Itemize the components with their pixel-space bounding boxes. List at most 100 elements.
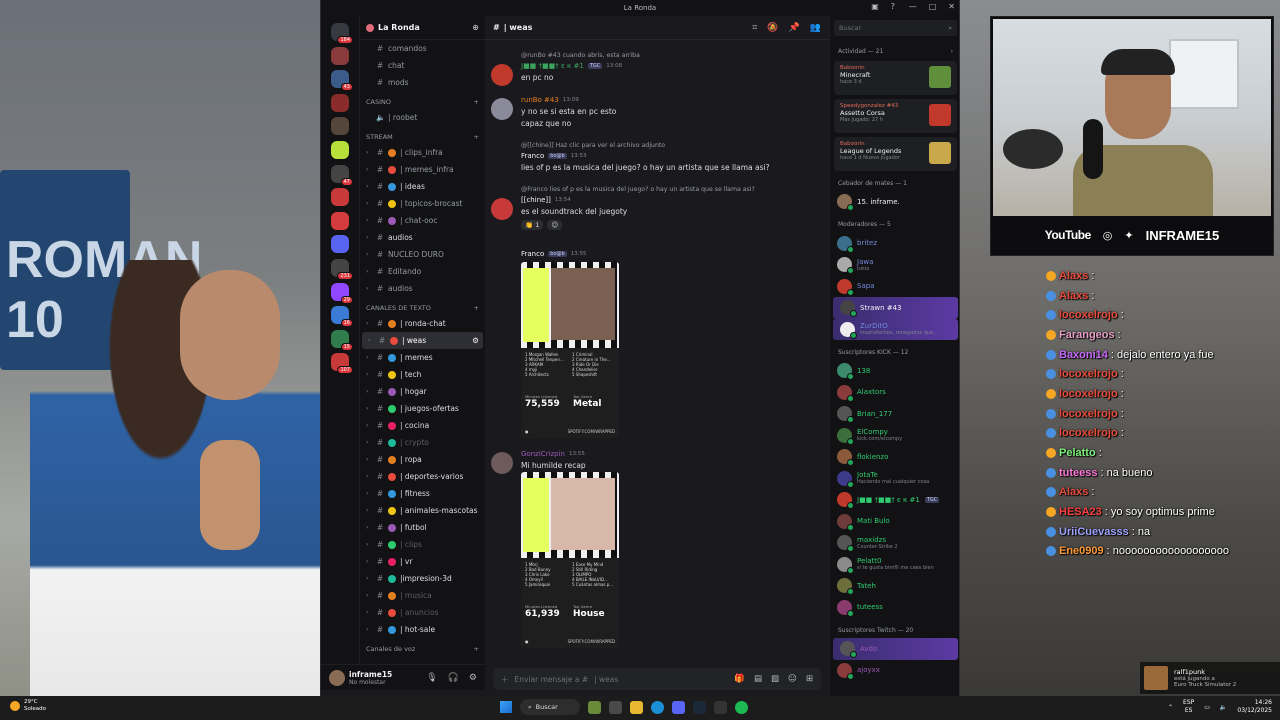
- volume-icon[interactable]: 🔈: [1220, 704, 1227, 711]
- channel-item[interactable]: › # | clips: [360, 536, 485, 553]
- server-icon[interactable]: 16: [331, 306, 353, 328]
- avatar[interactable]: [329, 669, 345, 686]
- channel-item[interactable]: › # audios: [360, 229, 485, 246]
- avatar[interactable]: [491, 452, 513, 474]
- channel-item[interactable]: › # | ronda-chat: [360, 315, 485, 332]
- channel-item[interactable]: › # | anuncios: [360, 604, 485, 621]
- notifications-icon[interactable]: 🔕: [767, 23, 778, 33]
- member-item[interactable]: Sapa: [830, 276, 959, 298]
- gift-icon[interactable]: 🎁: [734, 674, 745, 684]
- channel-item[interactable]: # comandos: [360, 40, 485, 57]
- member-item[interactable]: J■■ †■■† є к #1 TGC: [830, 489, 959, 511]
- channel-item[interactable]: › # | memes: [360, 349, 485, 366]
- activity-card[interactable]: Baboorin League of Legends hace 1 d Nuevo …: [834, 137, 957, 171]
- help-icon[interactable]: ?: [891, 2, 895, 11]
- server-icon[interactable]: [331, 46, 349, 65]
- channel-item[interactable]: › # |impresion-3d: [360, 570, 485, 587]
- channel-item[interactable]: › # | weas ⚙: [362, 332, 483, 349]
- member-item[interactable]: ZurDitO insatisfechos, renegados que...: [833, 318, 958, 340]
- taskbar-app-obs[interactable]: [714, 700, 727, 714]
- reply-preview[interactable]: @Franco lies of p es la musica del juego…: [521, 186, 755, 193]
- add-channel-icon[interactable]: +: [474, 645, 479, 653]
- channel-item[interactable]: › # Editando: [360, 263, 485, 280]
- avatar[interactable]: [491, 198, 513, 220]
- avatar[interactable]: [491, 64, 513, 86]
- taskbar-app-explorer[interactable]: [630, 700, 643, 714]
- member-item[interactable]: JotaTe Haciendo mal cualquier cosa: [830, 468, 959, 490]
- sticker-icon[interactable]: ▧: [771, 674, 779, 684]
- minimize-button[interactable]: —: [909, 2, 917, 11]
- member-item[interactable]: 138: [830, 360, 959, 382]
- members-icon[interactable]: 👥: [810, 23, 821, 33]
- server-icon[interactable]: [331, 235, 349, 254]
- server-icon[interactable]: 43: [331, 70, 353, 92]
- member-item[interactable]: 15. inframe.: [830, 191, 959, 213]
- wrapped-image[interactable]: 1 Morgan Wallen 2 Mitchell Tenpen... 3 ARK…: [521, 262, 619, 438]
- member-item[interactable]: Brian_177: [830, 403, 959, 425]
- channel-item[interactable]: › # | fitness: [360, 485, 485, 502]
- attach-icon[interactable]: ＋: [501, 674, 509, 685]
- add-channel-icon[interactable]: +: [474, 133, 479, 141]
- gif-icon[interactable]: ▤: [754, 674, 762, 684]
- clock[interactable]: 14:26 03/12/2025: [1237, 699, 1272, 715]
- inbox-icon[interactable]: ▣: [871, 2, 879, 11]
- taskbar-app-widgets[interactable]: [588, 700, 601, 714]
- channel-item[interactable]: 🔈 | roobet: [360, 109, 485, 126]
- server-icon[interactable]: 47: [331, 164, 353, 186]
- server-icon[interactable]: 15: [331, 329, 353, 351]
- author-name[interactable]: Franco: [521, 250, 544, 258]
- threads-icon[interactable]: ⌗: [752, 23, 757, 33]
- member-item[interactable]: flokienzo: [830, 446, 959, 468]
- author-name[interactable]: J■■ †■■† є к #1: [521, 62, 584, 70]
- taskbar-app-spotify[interactable]: [735, 700, 748, 714]
- channel-item[interactable]: › # | juegos-ofertas: [360, 400, 485, 417]
- reaction[interactable]: 👏 1: [521, 220, 544, 230]
- settings-icon[interactable]: ⚙: [469, 673, 477, 683]
- server-icon[interactable]: 231: [331, 258, 353, 280]
- pin-icon[interactable]: 📌: [789, 23, 800, 33]
- channel-category[interactable]: CASINO +: [360, 91, 485, 109]
- emoji-icon[interactable]: ☺: [788, 674, 797, 684]
- taskbar-search[interactable]: ⌕ Buscar: [520, 699, 580, 715]
- channel-category[interactable]: Canales de voz +: [360, 638, 485, 656]
- author-name[interactable]: Franco: [521, 152, 544, 160]
- channel-item[interactable]: › # | deportes-varios: [360, 468, 485, 485]
- channel-category[interactable]: CANALES DE TEXTO +: [360, 297, 485, 315]
- add-member-icon[interactable]: ⊕: [472, 23, 479, 32]
- wrapped-image[interactable]: 1 Mbrj 2 Bad Bunny 3 Chris Lake 4 Omeyi! 5 J…: [521, 472, 619, 648]
- language-indicator[interactable]: ESP ES: [1183, 699, 1194, 715]
- start-button[interactable]: [500, 701, 512, 713]
- guild-header[interactable]: La Ronda ⊕: [360, 16, 485, 40]
- headphones-icon[interactable]: 🎧: [448, 673, 459, 683]
- channel-item[interactable]: › # | clips_infra: [360, 144, 485, 161]
- server-icon[interactable]: 29: [331, 282, 353, 304]
- search-input[interactable]: Buscar ⌕: [834, 20, 957, 36]
- server-icon[interactable]: [331, 117, 349, 136]
- member-item[interactable]: ajoyxx: [830, 660, 959, 682]
- channel-item[interactable]: › # | ideas: [360, 178, 485, 195]
- taskbar-app-edge[interactable]: [651, 700, 664, 714]
- server-icon[interactable]: [331, 188, 349, 207]
- member-item[interactable]: Alaxtors: [830, 382, 959, 404]
- channel-category[interactable]: STREAM +: [360, 126, 485, 144]
- server-icon[interactable]: 107: [331, 353, 353, 375]
- channel-item[interactable]: › # | chat-ooc: [360, 212, 485, 229]
- member-item[interactable]: Tateh: [830, 575, 959, 597]
- channel-item[interactable]: › # | futbol: [360, 519, 485, 536]
- member-item[interactable]: Strawn #43: [833, 297, 958, 319]
- member-item[interactable]: ElCompy kick.com/elcompy: [830, 425, 959, 447]
- reply-preview[interactable]: @[[chine]] Haz clic para ver el archivo …: [521, 142, 665, 149]
- close-button[interactable]: ✕: [948, 2, 955, 11]
- member-item[interactable]: maxidzs Counter-Strike 2: [830, 532, 959, 554]
- author-name[interactable]: GonziCrizpin: [521, 450, 565, 458]
- activity-card[interactable]: Baboorin Minecraft hace 3 d: [834, 61, 957, 95]
- server-icon[interactable]: [331, 211, 349, 230]
- activity-card[interactable]: Speedygonzalez #43 Assetto Corsa Más jugad…: [834, 99, 957, 133]
- member-item[interactable]: Avdo: [833, 638, 958, 660]
- member-item[interactable]: britez: [830, 233, 959, 255]
- channel-item[interactable]: › # | cocina: [360, 417, 485, 434]
- message-composer[interactable]: ＋ Enviar mensaje a # | weas 🎁 ▤ ▧ ☺ ⊞: [493, 668, 821, 690]
- channel-item[interactable]: › # | hogar: [360, 383, 485, 400]
- channel-item[interactable]: # mods: [360, 74, 485, 91]
- channel-item[interactable]: › # | crypto: [360, 434, 485, 451]
